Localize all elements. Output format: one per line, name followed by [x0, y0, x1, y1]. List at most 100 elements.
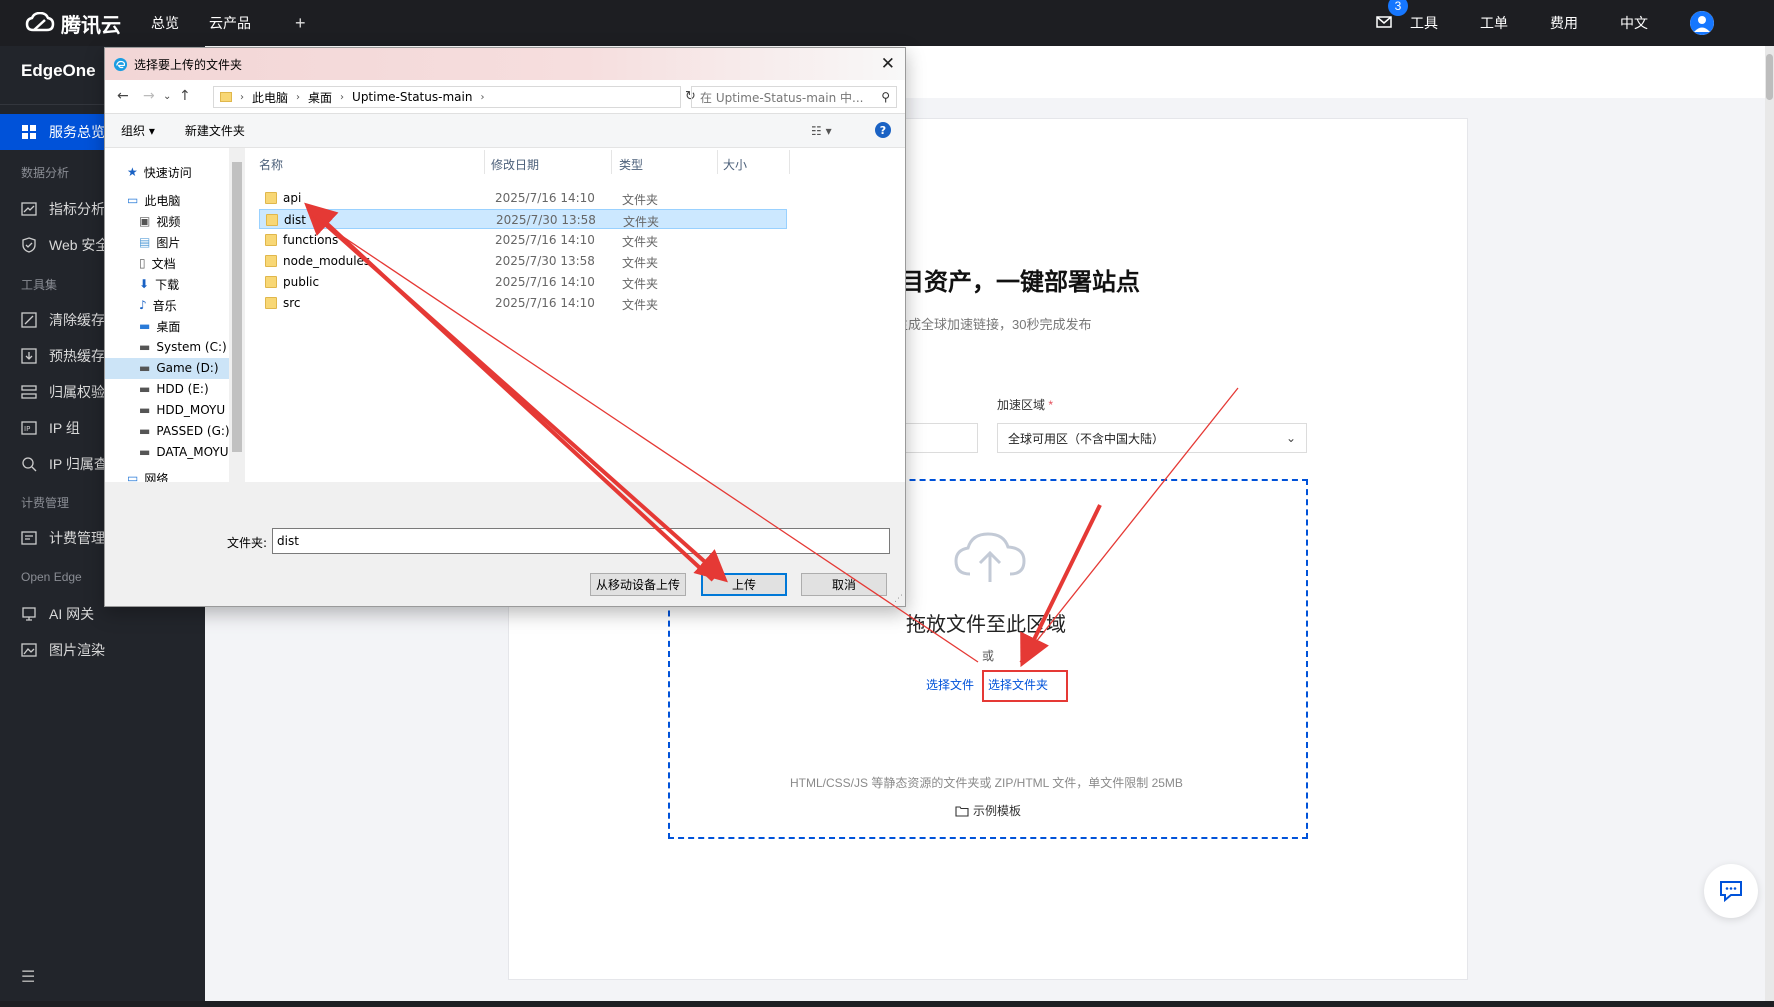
file-row[interactable]: public 2025/7/16 14:10 文件夹 — [259, 272, 787, 292]
back-arrow-icon[interactable]: ← — [117, 88, 129, 104]
file-type: 文件夹 — [622, 298, 659, 312]
tree-item-desktop[interactable]: ▬ 桌面 — [139, 316, 180, 336]
tree-item[interactable]: ★ 快速访问 — [127, 162, 192, 182]
file-name: api — [283, 191, 302, 205]
history-dropdown-icon[interactable]: ⌄ — [163, 91, 171, 102]
avatar[interactable] — [1690, 11, 1714, 35]
breadcrumb-item[interactable]: 此电脑 — [252, 89, 288, 106]
tree-item[interactable]: ▯ 文档 — [139, 253, 176, 273]
file-row-selected[interactable]: dist 2025/7/30 13:58 文件夹 — [259, 209, 787, 229]
choose-file-link[interactable]: 选择文件 — [926, 676, 974, 693]
chat-support-button[interactable] — [1704, 864, 1758, 918]
tree-item[interactable]: ▬ Game (D:) — [139, 358, 219, 378]
tree-scrollbar[interactable] — [229, 148, 245, 482]
breadcrumb-item[interactable]: 桌面 — [308, 89, 332, 106]
close-icon[interactable]: ✕ — [881, 54, 895, 74]
upload-from-mobile-button[interactable]: 从移动设备上传 — [590, 573, 686, 596]
dropzone-title: 拖放文件至此区域 — [906, 614, 1066, 636]
file-row[interactable]: functions 2025/7/16 14:10 文件夹 — [259, 230, 787, 250]
scrollbar-thumb[interactable] — [232, 162, 242, 452]
scrollbar-thumb[interactable] — [1766, 54, 1773, 100]
cloud-logo-icon — [25, 12, 55, 32]
upload-button[interactable]: 上传 — [701, 573, 787, 596]
new-folder-button[interactable]: 新建文件夹 — [185, 122, 245, 139]
dropzone-hint: HTML/CSS/JS 等静态资源的文件夹或 ZIP/HTML 文件，单文件限制… — [790, 776, 1183, 790]
nav-billing[interactable]: 费用 — [1550, 13, 1578, 33]
sidebar-item-imgrender[interactable]: 图片渲染 — [0, 632, 205, 668]
sidebar-item-label: 服务总览 — [49, 124, 105, 140]
column-header-name[interactable]: 名称 — [259, 156, 283, 173]
drive-icon: ▬ — [139, 382, 151, 396]
usb-drive-icon: ▬ — [139, 424, 151, 438]
column-divider[interactable] — [717, 150, 718, 174]
file-row[interactable]: api 2025/7/16 14:10 文件夹 — [259, 188, 787, 208]
tree-item[interactable]: ▬ DATA_MOYU (H — [139, 442, 229, 462]
tree-item[interactable]: ▭ 此电脑 — [127, 190, 180, 210]
column-divider[interactable] — [789, 150, 790, 174]
organize-button[interactable]: 组织 ▾ — [121, 122, 155, 139]
tree-item[interactable]: ▣ 视频 — [139, 211, 180, 231]
tree-item[interactable]: ▬ HDD_MOYU (F: — [139, 400, 229, 420]
folder-icon — [220, 92, 232, 102]
file-date: 2025/7/30 13:58 — [496, 213, 596, 227]
folder-icon — [265, 297, 277, 309]
required-mark: * — [1048, 398, 1054, 412]
breadcrumb-separator-icon: › — [480, 91, 485, 103]
column-header-size[interactable]: 大小 — [723, 156, 747, 173]
forward-arrow-icon[interactable]: → — [143, 88, 155, 104]
document-icon: ▯ — [139, 256, 146, 270]
nav-language[interactable]: 中文 — [1620, 13, 1648, 33]
tree-item-label: System (C:) — [156, 340, 227, 354]
search-input[interactable]: 在 Uptime-Status-main 中... ⚲ — [691, 86, 897, 108]
column-header-date[interactable]: 修改日期 — [491, 156, 539, 173]
page-title: 目资产，一键部署站点 — [900, 269, 1140, 296]
drive-icon: ▬ — [139, 445, 151, 459]
file-row[interactable]: node_modules 2025/7/30 13:58 文件夹 — [259, 251, 787, 271]
nav-tickets[interactable]: 工单 — [1480, 13, 1508, 33]
column-header-type[interactable]: 类型 — [619, 156, 643, 173]
tree-item[interactable]: ▬ PASSED (G:) — [139, 421, 229, 441]
search-icon: ⚲ — [881, 90, 890, 104]
chevron-down-icon: ⌄ — [1285, 431, 1296, 445]
sidebar-group-tools: 工具集 — [21, 278, 58, 292]
mail-button[interactable]: 3 — [1376, 0, 1408, 31]
tree-item[interactable]: ⬇ 下载 — [139, 274, 179, 294]
sidebar-group-openedge: Open Edge — [21, 570, 82, 584]
view-options-icon[interactable]: ☷ ▾ — [811, 124, 832, 138]
drive-icon: ▬ — [139, 403, 151, 417]
folder-field-label: 文件夹: — [227, 536, 268, 550]
region-select[interactable]: 全球可用区（不含中国大陆） ⌄ — [997, 423, 1307, 453]
folder-picker-dialog: 选择要上传的文件夹 ✕ ← → ⌄ ↑ › 此电脑 › 桌面 › Uptime-… — [104, 47, 906, 607]
file-row[interactable]: src 2025/7/16 14:10 文件夹 — [259, 293, 787, 313]
nav-products[interactable]: 云产品 — [209, 13, 251, 33]
tree-item[interactable]: ▤ 图片 — [139, 232, 180, 252]
add-shortcut-button[interactable]: + — [295, 13, 306, 34]
tree-item-label: HDD (E:) — [156, 382, 209, 396]
sidebar-item-label: 指标分析 — [49, 201, 105, 217]
help-icon[interactable]: ? — [875, 122, 891, 138]
cancel-button[interactable]: 取消 — [801, 573, 887, 596]
nav-overview[interactable]: 总览 — [151, 13, 179, 33]
dialog-titlebar[interactable]: 选择要上传的文件夹 ✕ — [105, 48, 905, 80]
page-scrollbar[interactable] — [1765, 46, 1774, 1007]
template-link[interactable]: 示例模板 — [955, 802, 1021, 819]
column-divider[interactable] — [611, 150, 612, 174]
tree-item[interactable]: ▬ System (C:) — [139, 337, 227, 357]
tree-item[interactable]: ♪ 音乐 — [139, 295, 177, 315]
tree-item[interactable]: ▬ HDD (E:) — [139, 379, 209, 399]
tree-item[interactable]: ▭ 网络 — [127, 468, 168, 482]
file-type: 文件夹 — [623, 215, 660, 229]
folder-field-input[interactable]: dist — [272, 528, 890, 554]
list-icon — [21, 385, 37, 399]
download-icon — [21, 348, 37, 364]
pictures-icon: ▤ — [139, 235, 151, 249]
address-bar[interactable]: › 此电脑 › 桌面 › Uptime-Status-main › — [213, 86, 681, 108]
resize-grip-icon[interactable]: ⋰ — [894, 594, 903, 604]
up-arrow-icon[interactable]: ↑ — [179, 88, 191, 104]
breadcrumb-item[interactable]: Uptime-Status-main — [352, 90, 472, 104]
image-icon — [21, 643, 37, 657]
collapse-menu-icon[interactable]: ☰ — [21, 967, 35, 987]
nav-tools[interactable]: 工具 — [1410, 13, 1438, 33]
column-divider[interactable] — [484, 150, 485, 174]
tencent-cloud-logo[interactable]: 腾讯云 — [25, 9, 121, 38]
